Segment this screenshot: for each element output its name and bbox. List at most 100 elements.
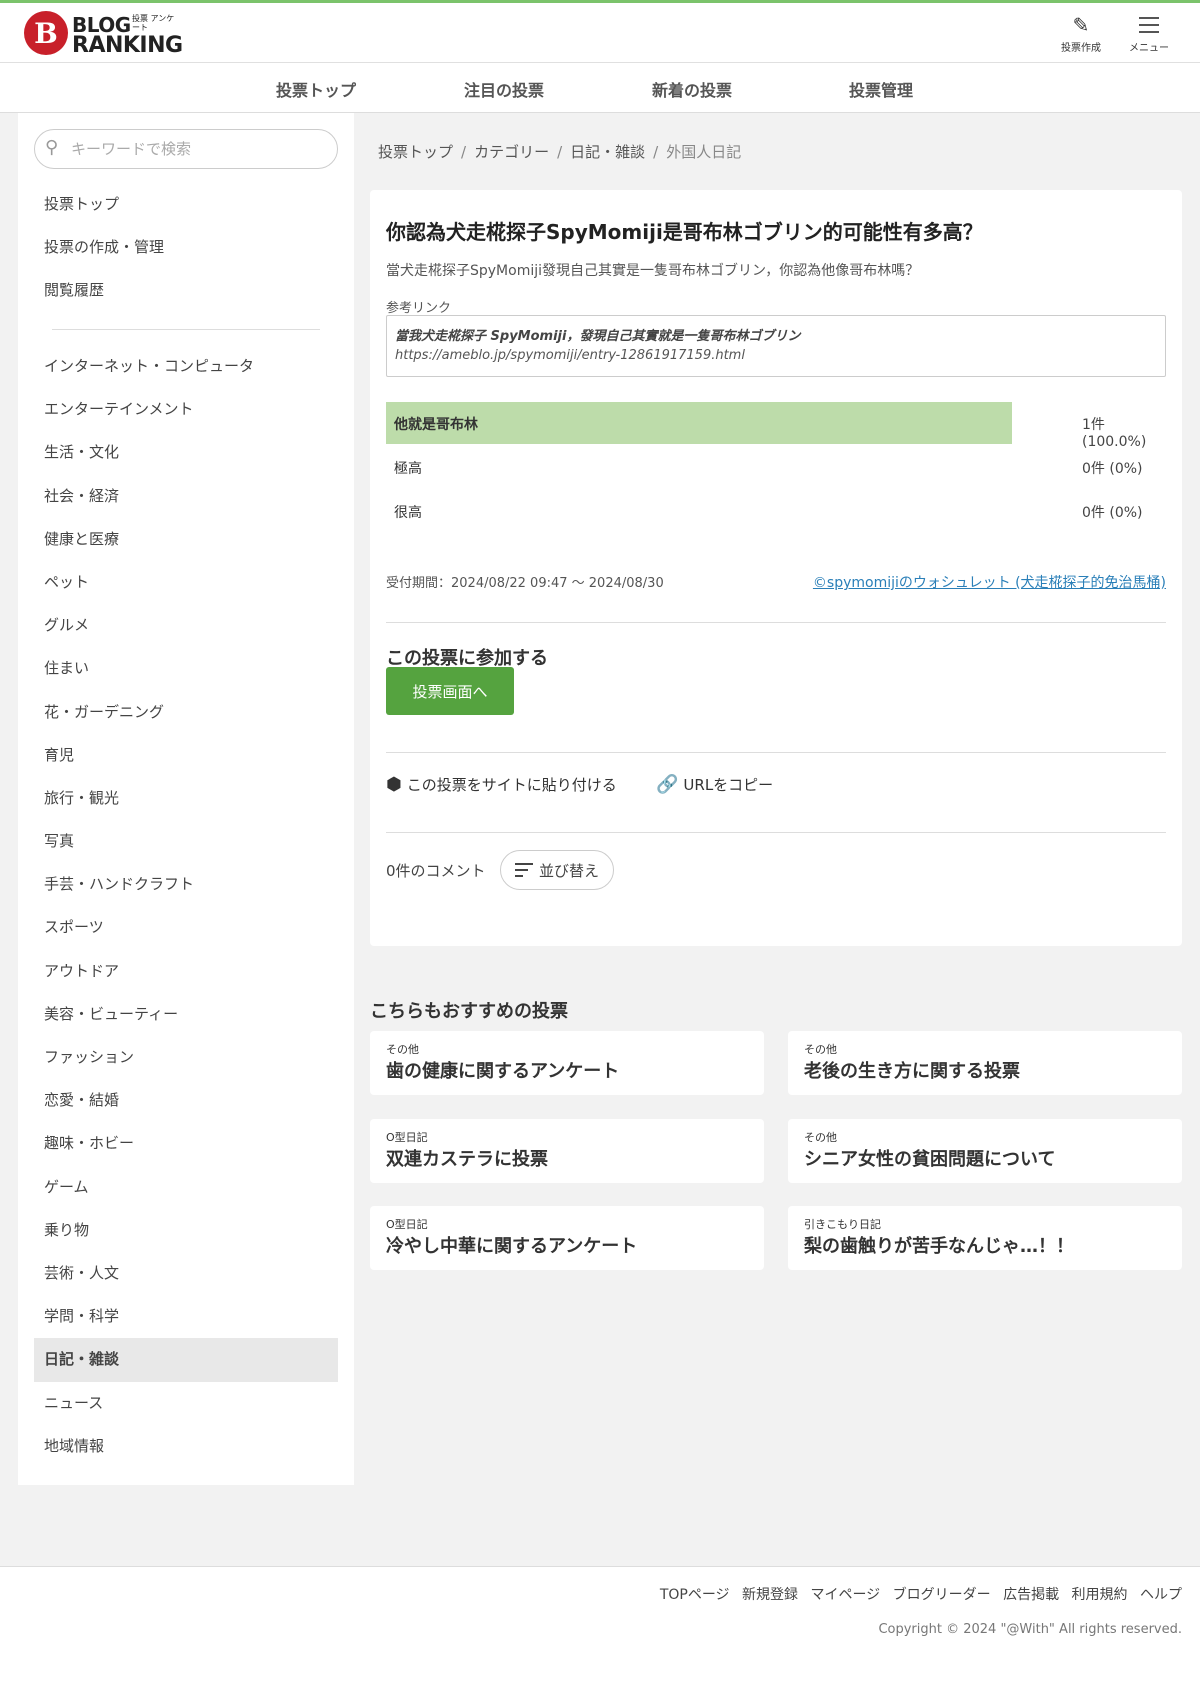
embed-poll-button[interactable]: ⬢ この投票をサイトに貼り付ける	[386, 774, 617, 795]
reference-link-title: 當我犬走椛探子 SpyMomiji，發現自己其實就是一隻哥布林ゴブリン	[395, 329, 801, 344]
main-nav: 投票トップ 注目の投票 新着の投票 投票管理	[0, 63, 1200, 113]
footer-links: TOPページ 新規登録 マイページ ブログリーダー 広告掲載 利用規約 ヘルプ	[652, 1584, 1182, 1604]
hamburger-icon	[1119, 11, 1179, 39]
recommend-title: 歯の健康に関するアンケート	[386, 1061, 620, 1082]
footer-link-blog-reader[interactable]: ブログリーダー	[893, 1587, 991, 1603]
recommend-card[interactable]: O型日記 双連カステラに投票	[370, 1119, 764, 1183]
sidebar-category-list: インターネット・コンピュータ エンターテインメント 生活・文化 社会・経済 健康と医療ペ…	[34, 345, 338, 1468]
reference-link-url: https://ameblo.jp/spymomiji/entry-128619…	[395, 348, 745, 363]
footer-link-mypage[interactable]: マイページ	[810, 1587, 880, 1603]
logo-small-text: 投票 アンケート	[132, 14, 175, 32]
recommend-card[interactable]: その他 老後の生き方に関する投票	[788, 1031, 1182, 1095]
sidebar-category-item[interactable]: アウトドア	[34, 950, 338, 993]
sidebar-item[interactable]: 閲覧履歴	[34, 269, 338, 312]
sidebar-category-item[interactable]: エンターテインメント	[34, 388, 338, 431]
sidebar-category-item[interactable]: ニュース	[34, 1382, 338, 1425]
breadcrumb-item[interactable]: 投票トップ	[378, 143, 453, 161]
recommend-card[interactable]: その他 シニア女性の貧困問題について	[788, 1119, 1182, 1183]
recommend-card[interactable]: その他 歯の健康に関するアンケート	[370, 1031, 764, 1095]
breadcrumb-item[interactable]: 日記・雑談	[570, 143, 645, 161]
footer-link-terms[interactable]: 利用規約	[1072, 1587, 1128, 1603]
sidebar-category-item[interactable]: 育児	[34, 734, 338, 777]
nav-featured[interactable]: 注目の投票	[464, 77, 544, 101]
nav-manage[interactable]: 投票管理	[849, 77, 913, 101]
sidebar-category-item[interactable]: スポーツ	[34, 906, 338, 949]
logo-b-mark: B	[24, 11, 68, 55]
sort-button[interactable]: 並び替え	[500, 850, 614, 890]
embed-poll-label: この投票をサイトに貼り付ける	[406, 776, 617, 794]
copy-url-button[interactable]: 🔗 URLをコピー	[656, 774, 773, 795]
sidebar-category-item[interactable]: 生活・文化	[34, 431, 338, 474]
option-count: 0件 (0%)	[1082, 461, 1143, 477]
recommend-title: 梨の歯触りが苦手なんじゃ…！！	[804, 1236, 1074, 1257]
sidebar-category-item[interactable]: 手芸・ハンドクラフト	[34, 863, 338, 906]
sidebar-item[interactable]: 投票の作成・管理	[34, 226, 338, 269]
recommend-card[interactable]: 引きこもり日記 梨の歯触りが苦手なんじゃ…！！	[788, 1206, 1182, 1270]
footer-link-ads[interactable]: 広告掲載	[1003, 1587, 1059, 1603]
sidebar-category-item[interactable]: 美容・ビューティー	[34, 993, 338, 1036]
recommend-title: 冷やし中華に関するアンケート	[386, 1236, 638, 1257]
sidebar-category-item[interactable]: ペット	[34, 561, 338, 604]
sidebar-category-item[interactable]: 健康と医療	[34, 518, 338, 561]
reference-link[interactable]: 當我犬走椛探子 SpyMomiji，發現自己其實就是一隻哥布林ゴブリン http…	[386, 315, 1166, 377]
footer-link-help[interactable]: ヘルプ	[1140, 1587, 1182, 1603]
sidebar-category-item[interactable]: 花・ガーデニング	[34, 691, 338, 734]
sidebar-category-item[interactable]: 旅行・観光	[34, 777, 338, 820]
search-input[interactable]	[71, 138, 331, 160]
vote-button[interactable]: 投票画面へ	[386, 667, 514, 715]
create-poll-button[interactable]: ✎ 投票作成	[1051, 11, 1111, 54]
option-count: 1件 (100.0%)	[1082, 417, 1147, 450]
poll-period: 受付期間：2024/08/22 09:47 〜 2024/08/30	[386, 576, 664, 591]
sort-icon	[514, 863, 533, 877]
divider	[386, 752, 1166, 753]
nav-vote-top[interactable]: 投票トップ	[276, 77, 356, 101]
cube-icon: ⬢	[386, 774, 402, 795]
sidebar-item[interactable]: 投票トップ	[34, 183, 338, 226]
sidebar-category-item[interactable]: インターネット・コンピュータ	[34, 345, 338, 388]
create-poll-label: 投票作成	[1061, 43, 1101, 54]
poll-option: 極高 0件 (0%)	[386, 446, 1166, 488]
poll-description: 當犬走椛探子SpyMomiji發現自己其實是一隻哥布林ゴブリン，你認為他像哥布林…	[386, 263, 920, 279]
sidebar-category-item[interactable]: 乗り物	[34, 1209, 338, 1252]
site-footer: TOPページ 新規登録 マイページ ブログリーダー 広告掲載 利用規約 ヘルプ …	[0, 1566, 1200, 1685]
sidebar-category-item[interactable]: 恋愛・結婚	[34, 1079, 338, 1122]
recommend-title: 老後の生き方に関する投票	[804, 1061, 1020, 1082]
pencil-icon: ✎	[1072, 13, 1090, 37]
option-label: 他就是哥布林	[394, 417, 478, 433]
nav-new[interactable]: 新着の投票	[652, 77, 732, 101]
recommend-title: 双連カステラに投票	[386, 1149, 548, 1170]
sidebar-category-item[interactable]: 地域情報	[34, 1425, 338, 1468]
recommend-category: その他	[386, 1043, 419, 1056]
menu-button[interactable]: メニュー	[1119, 11, 1179, 54]
sidebar-category-item[interactable]: ファッション	[34, 1036, 338, 1079]
recommend-category: O型日記	[386, 1218, 428, 1231]
sidebar-category-item[interactable]: 芸術・人文	[34, 1252, 338, 1295]
breadcrumb-item[interactable]: カテゴリー	[474, 143, 549, 161]
option-label: 很高	[394, 505, 422, 521]
sidebar-category-item[interactable]: ゲーム	[34, 1166, 338, 1209]
footer-link-top[interactable]: TOPページ	[660, 1587, 730, 1603]
site-logo[interactable]: B BLOG 投票 アンケート RANKING	[24, 11, 184, 58]
site-header: B BLOG 投票 アンケート RANKING ✎ 投票作成 メニュー	[0, 3, 1200, 63]
sidebar-category-item[interactable]: 住まい	[34, 647, 338, 690]
recommend-card[interactable]: O型日記 冷やし中華に関するアンケート	[370, 1206, 764, 1270]
sidebar-divider	[52, 329, 320, 330]
recommend-heading: こちらもおすすめの投票	[370, 1001, 568, 1022]
breadcrumb-current: 外国人日記	[666, 143, 742, 161]
sidebar-category-item[interactable]: 写真	[34, 820, 338, 863]
sidebar-top-list: 投票トップ 投票の作成・管理 閲覧履歴	[34, 183, 338, 313]
sidebar-category-item[interactable]: グルメ	[34, 604, 338, 647]
divider	[386, 622, 1166, 623]
footer-link-register[interactable]: 新規登録	[742, 1587, 798, 1603]
sort-label: 並び替え	[538, 861, 599, 880]
search-icon: ⚲	[45, 137, 59, 158]
recommend-category: O型日記	[386, 1131, 428, 1144]
search-box[interactable]: ⚲	[34, 129, 338, 169]
poll-owner-link[interactable]: ©spymomijiのウォシュレット (犬走椛探子的免治馬桶)	[813, 572, 1166, 592]
poll-option: 他就是哥布林 1件 (100.0%)	[386, 402, 1166, 450]
sidebar-category-item[interactable]: 学問・科学	[34, 1295, 338, 1338]
divider	[386, 832, 1166, 833]
sidebar-category-item[interactable]: 日記・雑談	[34, 1338, 338, 1382]
sidebar-category-item[interactable]: 趣味・ホビー	[34, 1122, 338, 1165]
sidebar-category-item[interactable]: 社会・経済	[34, 475, 338, 518]
